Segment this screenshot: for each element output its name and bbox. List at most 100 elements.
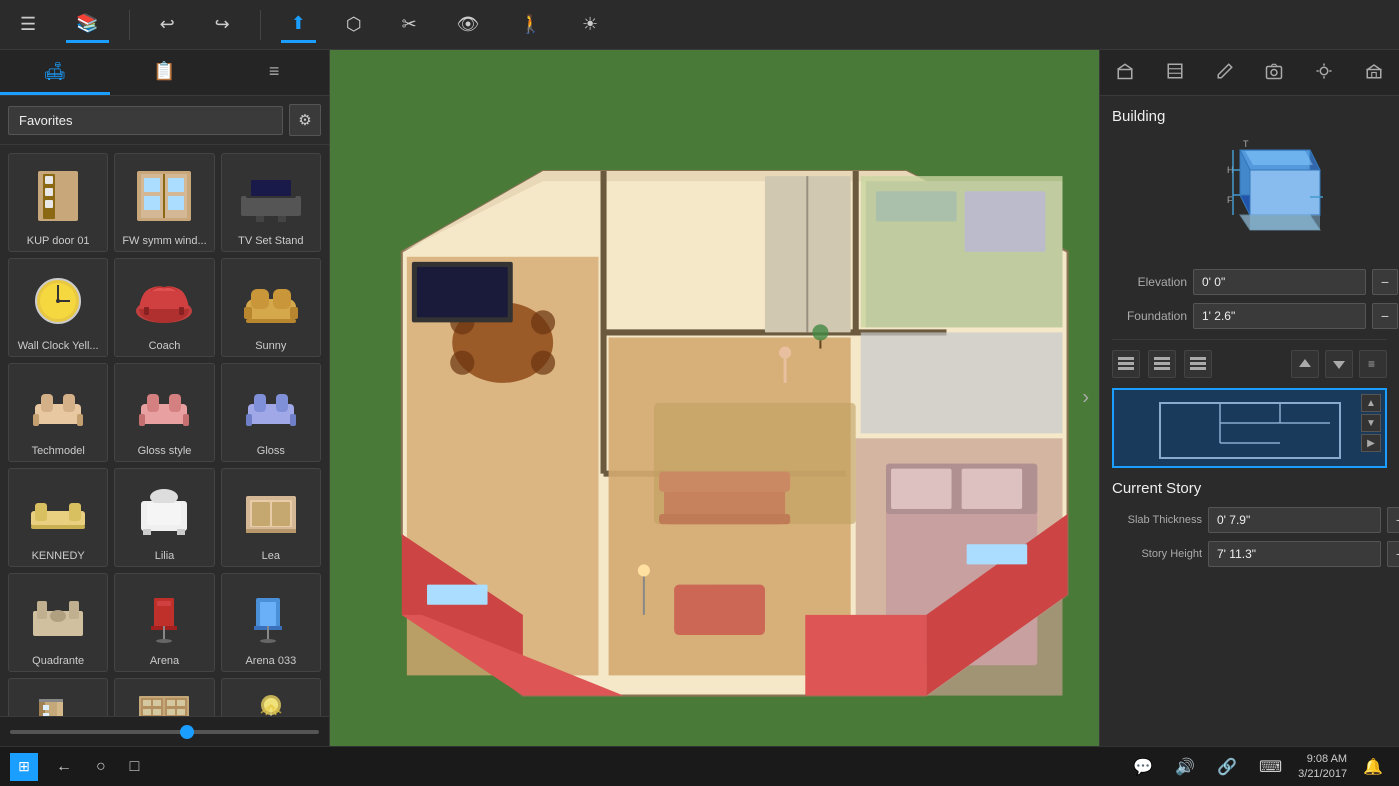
view-icon[interactable]: 👁 xyxy=(447,8,490,41)
list-item[interactable]: Gloss xyxy=(221,363,321,462)
sun-icon[interactable]: ☀ xyxy=(572,8,608,41)
item-thumbnail xyxy=(18,370,98,442)
foundation-input[interactable] xyxy=(1193,303,1366,329)
item-thumbnail xyxy=(231,580,311,652)
elevation-label: Elevation xyxy=(1112,275,1187,289)
list-item[interactable]: Sunny xyxy=(221,258,321,357)
right-icon-sun[interactable] xyxy=(1299,50,1349,95)
right-icon-edit[interactable] xyxy=(1200,50,1250,95)
thumb-right-arrow[interactable]: ▶ xyxy=(1361,434,1381,452)
mid-icon-1[interactable] xyxy=(1112,350,1140,378)
item-label: Arena xyxy=(119,655,209,667)
list-item[interactable]: bookshelf xyxy=(114,678,214,716)
elevation-input[interactable] xyxy=(1193,269,1366,295)
start-button[interactable]: ⊞ xyxy=(10,753,38,781)
item-label: Coach xyxy=(119,340,209,352)
item-thumbnail xyxy=(124,265,204,337)
list-item[interactable]: chair xyxy=(8,678,108,716)
list-item[interactable]: FW symm wind... xyxy=(114,153,214,252)
thumb-up-arrow[interactable]: ▲ xyxy=(1361,394,1381,412)
slab-decrease-button[interactable]: − xyxy=(1387,507,1399,533)
tab-furniture[interactable]: 🛋 xyxy=(0,50,110,95)
select-icon[interactable]: ⬆ xyxy=(281,7,316,43)
elevation-decrease-button[interactable]: − xyxy=(1372,269,1398,295)
item-thumbnail xyxy=(18,475,98,547)
dropdown-bar: Favorites All Items Recent ⚙ xyxy=(0,96,329,145)
height-decrease-button[interactable]: − xyxy=(1387,541,1399,567)
item-thumbnail xyxy=(124,475,204,547)
story-height-row: Story Height − + xyxy=(1112,541,1387,567)
building-preview: T H F E xyxy=(1112,135,1387,255)
item-label: Lilia xyxy=(119,550,209,562)
floor-plan-thumbnail[interactable]: ▲ ▼ ▶ xyxy=(1112,388,1387,468)
taskbar-network-icon[interactable]: 🔗 xyxy=(1211,754,1243,780)
right-icon-exterior[interactable] xyxy=(1349,50,1399,95)
taskbar-chat-icon[interactable]: 💬 xyxy=(1127,754,1159,780)
taskbar-notifications-icon[interactable]: 🔔 xyxy=(1357,754,1389,780)
list-item[interactable]: KENNEDY xyxy=(8,468,108,567)
item-thumbnail xyxy=(18,160,98,232)
walk-icon[interactable]: 🚶 xyxy=(510,8,552,41)
item-thumbnail xyxy=(18,580,98,652)
top-toolbar: ☰ 📚 ↩ ↪ ⬆ ⬡ ✂ 👁 🚶 ☀ xyxy=(0,0,1399,50)
thumb-down-arrow[interactable]: ▼ xyxy=(1361,414,1381,432)
taskbar-home-icon[interactable]: ○ xyxy=(90,755,112,779)
taskbar-clock: 9:08 AM 3/21/2017 xyxy=(1298,752,1347,781)
item-label: TV Set Stand xyxy=(226,235,316,247)
right-icon-building[interactable] xyxy=(1100,50,1150,95)
taskbar-keyboard-icon[interactable]: ⌨ xyxy=(1253,754,1288,780)
item-label: Arena 033 xyxy=(226,655,316,667)
list-item[interactable]: Wall Clock Yell... xyxy=(8,258,108,357)
list-item[interactable]: Arena xyxy=(114,573,214,672)
item-label: Sunny xyxy=(226,340,316,352)
floor-down-icon[interactable] xyxy=(1325,350,1353,378)
list-item[interactable]: Quadrante xyxy=(8,573,108,672)
foundation-label: Foundation xyxy=(1112,309,1187,323)
slab-thickness-row: Slab Thickness − + xyxy=(1112,507,1387,533)
list-item[interactable]: Coach xyxy=(114,258,214,357)
slider-thumb[interactable] xyxy=(180,725,194,739)
library-icon[interactable]: 📚 xyxy=(66,7,108,43)
item-label: KUP door 01 xyxy=(13,235,103,247)
list-item[interactable]: Gloss style xyxy=(114,363,214,462)
svg-text:T: T xyxy=(1243,139,1249,149)
floor-thumb-arrows: ▲ ▼ ▶ xyxy=(1361,394,1381,452)
redo-icon[interactable]: ↪ xyxy=(205,8,240,41)
building-section-title: Building xyxy=(1112,108,1387,125)
list-item[interactable]: Lea xyxy=(221,468,321,567)
taskbar-back-icon[interactable]: ← xyxy=(50,755,78,779)
item-thumbnail xyxy=(18,265,98,337)
center-canvas[interactable]: › xyxy=(330,50,1099,746)
taskbar-volume-icon[interactable]: 🔊 xyxy=(1169,754,1201,780)
list-item[interactable]: KUP door 01 xyxy=(8,153,108,252)
settings-gear-button[interactable]: ⚙ xyxy=(289,104,321,136)
duplicate-icon[interactable]: ⬡ xyxy=(336,8,372,41)
floor-add-icon[interactable]: ≡ xyxy=(1359,350,1387,378)
taskbar-multitask-icon[interactable]: □ xyxy=(124,755,146,779)
building-3d-preview: T H F E xyxy=(1165,135,1335,255)
svg-text:F: F xyxy=(1227,195,1233,205)
mid-icon-3[interactable] xyxy=(1184,350,1212,378)
list-item[interactable]: Techmodel xyxy=(8,363,108,462)
right-icon-floor[interactable] xyxy=(1150,50,1200,95)
undo-icon[interactable]: ↩ xyxy=(150,8,185,41)
list-item[interactable]: Lilia xyxy=(114,468,214,567)
category-dropdown[interactable]: Favorites All Items Recent xyxy=(8,106,283,135)
right-mid-icons: ≡ xyxy=(1112,350,1387,378)
item-label: Wall Clock Yell... xyxy=(13,340,103,352)
foundation-decrease-button[interactable]: − xyxy=(1372,303,1398,329)
canvas-expand-arrow[interactable]: › xyxy=(1082,387,1089,410)
menu-icon[interactable]: ☰ xyxy=(10,8,46,41)
mid-icon-2[interactable] xyxy=(1148,350,1176,378)
right-icon-camera[interactable] xyxy=(1249,50,1299,95)
floor-up-icon[interactable] xyxy=(1291,350,1319,378)
cut-icon[interactable]: ✂ xyxy=(392,8,427,41)
slab-thickness-input[interactable] xyxy=(1208,507,1381,533)
list-item[interactable]: Arena 033 xyxy=(221,573,321,672)
tab-list[interactable]: ≡ xyxy=(219,50,329,95)
tab-templates[interactable]: 📋 xyxy=(110,50,220,95)
main-layout: 🛋 📋 ≡ Favorites All Items Recent ⚙ xyxy=(0,50,1399,746)
list-item[interactable]: TV Set Stand xyxy=(221,153,321,252)
story-height-input[interactable] xyxy=(1208,541,1381,567)
list-item[interactable]: lamp xyxy=(221,678,321,716)
